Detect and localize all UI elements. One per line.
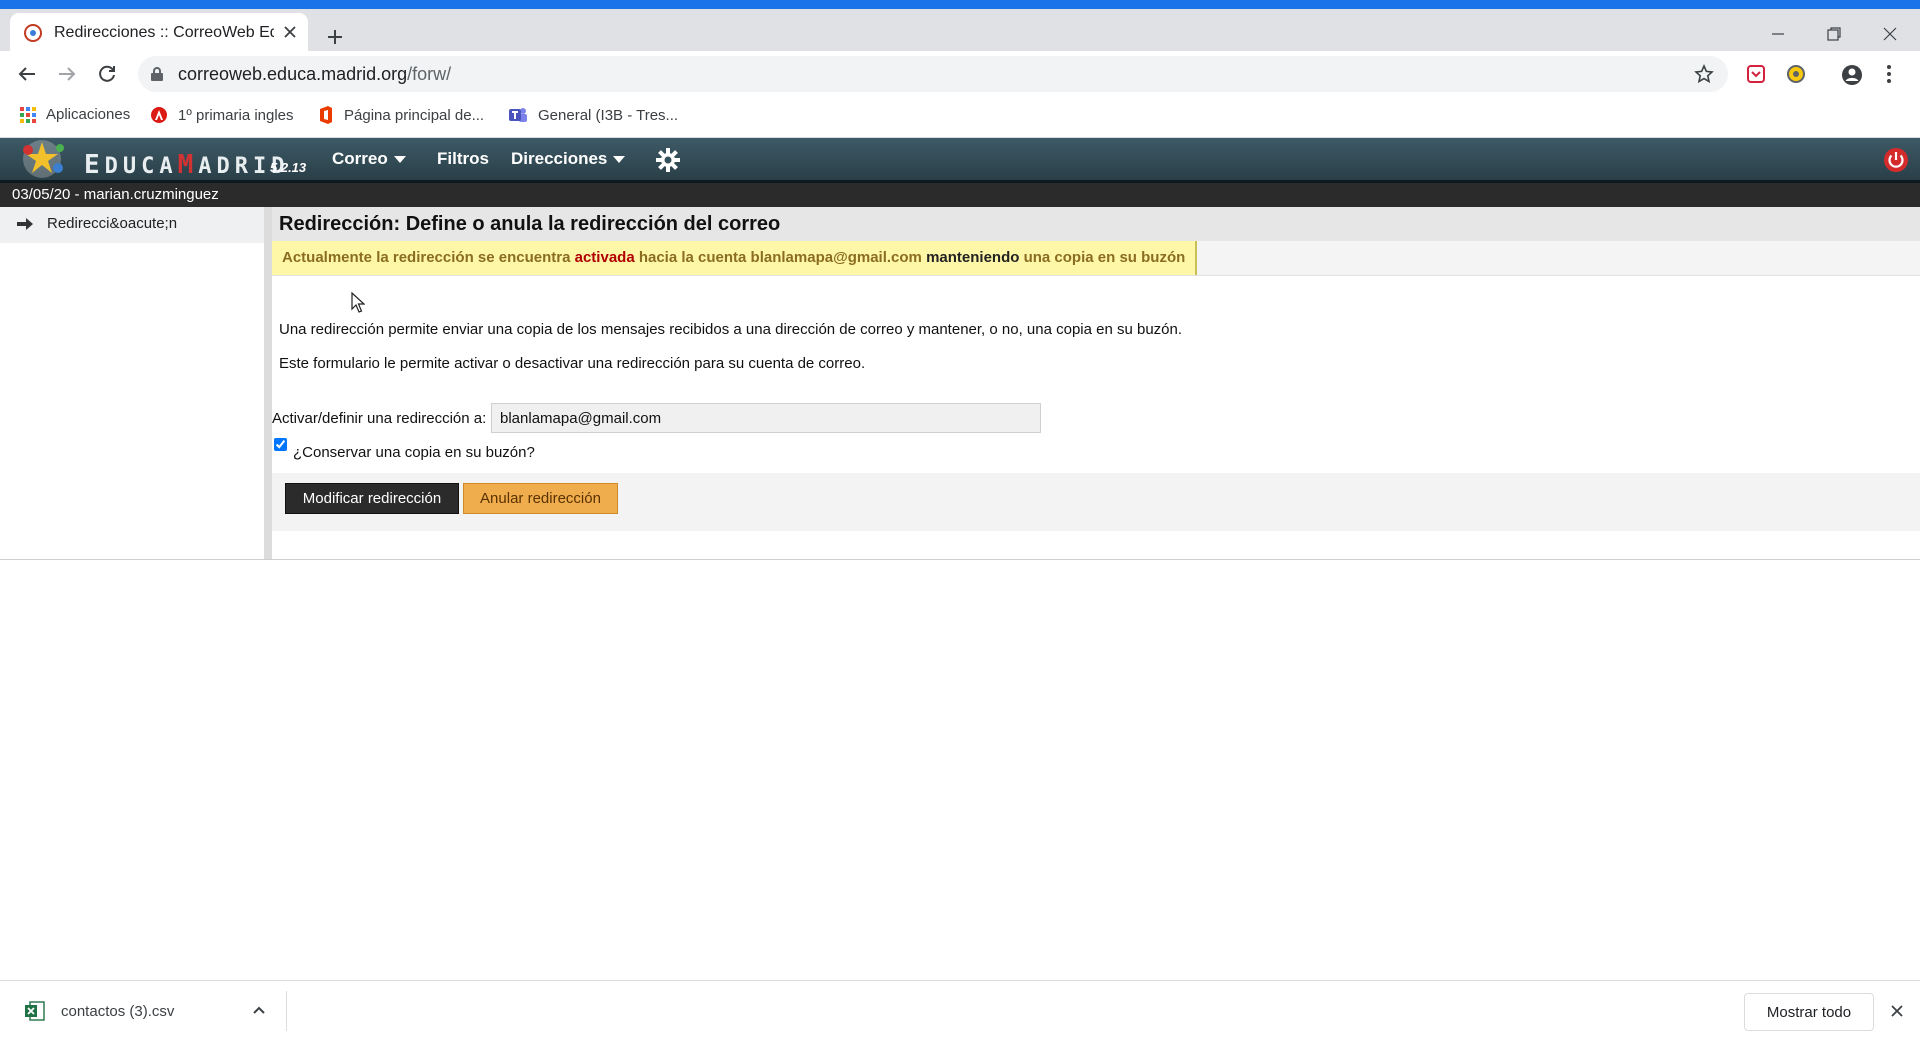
bookmark-label: Página principal de... (344, 106, 485, 124)
pocket-extension-icon[interactable] (1746, 64, 1766, 84)
browser-tab[interactable]: Redirecciones :: CorreoWeb Educ (10, 13, 308, 51)
keep-copy-checkbox[interactable] (274, 438, 287, 451)
excel-file-icon (24, 1000, 46, 1022)
wordmark-part: DUCA (104, 154, 178, 179)
angular-icon (150, 106, 168, 124)
keep-copy-label: ¿Conservar una copia en su buzón? (293, 444, 535, 461)
chevron-down-icon (393, 156, 406, 164)
sidebar-divider (264, 207, 272, 559)
menu-label: Direcciones (511, 149, 608, 168)
close-tab-icon[interactable] (282, 24, 298, 40)
office-icon (318, 106, 334, 124)
main-content: Redirección: Define o anula la redirecci… (272, 207, 1920, 559)
url-path: /forw/ (407, 64, 452, 84)
arrow-right-icon (16, 217, 34, 231)
chevron-up-icon[interactable] (252, 1005, 266, 1015)
chevron-down-icon (613, 156, 626, 164)
address-bar[interactable]: correoweb.educa.madrid.org/forw/ (138, 56, 1728, 92)
profile-icon[interactable] (1841, 64, 1863, 86)
session-bar: 03/05/20 - marian.cruzminguez (0, 183, 1920, 207)
url-domain: correoweb.educa.madrid.org (178, 64, 408, 84)
minimize-icon[interactable] (1770, 26, 1786, 42)
bookmark-label: 1º primaria ingles (178, 106, 294, 124)
menu-label: Filtros (437, 149, 489, 168)
gear-icon[interactable] (656, 148, 680, 172)
apps-grid-icon (20, 106, 36, 123)
wordmark-part: E (84, 150, 105, 180)
bookmark-aplicaciones[interactable]: Aplicaciones (20, 106, 130, 123)
menu-filtros[interactable]: Filtros (437, 149, 489, 169)
notice-text: una copia en su buzón (1019, 249, 1186, 266)
notice-mode: manteniendo (926, 249, 1020, 266)
menu-label: Correo (332, 149, 388, 168)
download-separator (286, 991, 287, 1031)
bookmark-general-teams[interactable]: General (I3B - Tres... (508, 106, 678, 124)
cancel-redirect-button[interactable]: Anular redirección (463, 483, 618, 514)
menu-direcciones[interactable]: Direcciones (511, 149, 626, 169)
notice-text: hacia la cuenta blanlamapa@gmail.com (634, 249, 927, 266)
bookmark-star-icon[interactable] (1694, 64, 1714, 84)
sidebar-item-label: Redirecci&oacute;n (47, 215, 178, 232)
sidebar-item-redireccion[interactable]: Redirecci&oacute;n (0, 207, 264, 243)
educamadrid-wordmark: EDUCAMADRID (84, 150, 290, 180)
status-strip: Actualmente la redirección se encuentra … (272, 241, 1920, 276)
notice-text: Actualmente la redirección se encuentra (282, 249, 575, 266)
restore-icon[interactable] (1826, 26, 1842, 42)
bookmarks-bar: Aplicaciones 1º primaria ingles Página p… (0, 97, 1920, 138)
new-tab-icon[interactable] (326, 28, 344, 46)
menu-correo[interactable]: Correo (332, 149, 406, 169)
download-bar: contactos (3).csv Mostrar todo (0, 980, 1920, 1041)
page-title-bar: Redirección: Define o anula la redirecci… (272, 207, 1920, 241)
back-icon[interactable] (16, 63, 38, 85)
redirect-field-label: Activar/definir una redirección a: (272, 410, 487, 427)
browser-menu-icon[interactable] (1886, 64, 1892, 84)
modify-redirect-button[interactable]: Modificar redirección (285, 483, 459, 514)
sidebar: Redirecci&oacute;n (0, 207, 264, 559)
content-bottom-divider (0, 559, 1920, 560)
tab-bar: Redirecciones :: CorreoWeb Educ (0, 9, 1920, 51)
window-top-strip (0, 0, 1920, 9)
logout-power-icon[interactable] (1883, 147, 1909, 173)
extension-icon[interactable] (1786, 64, 1806, 84)
browser-toolbar: correoweb.educa.madrid.org/forw/ (0, 51, 1920, 97)
teams-icon (508, 106, 528, 124)
download-file-name[interactable]: contactos (3).csv (61, 1003, 174, 1020)
bookmark-pagina-principal[interactable]: Página principal de... (318, 106, 484, 124)
close-icon[interactable] (1890, 1004, 1904, 1018)
description-text: Una redirección permite enviar una copia… (279, 321, 1183, 338)
educamadrid-favicon-icon (24, 24, 42, 42)
notice-status: activada (574, 249, 635, 266)
bookmark-label: Aplicaciones (46, 106, 131, 123)
redirect-address-input[interactable] (491, 403, 1041, 433)
page-title: Redirección: Define o anula la redirecci… (279, 213, 781, 235)
reload-icon[interactable] (96, 63, 118, 85)
forward-icon[interactable] (56, 63, 78, 85)
description-text: Este formulario le permite activar o des… (279, 355, 866, 372)
redirect-status-notice: Actualmente la redirección se encuentra … (272, 241, 1198, 275)
tab-title: Redirecciones :: CorreoWeb Educ (54, 24, 274, 41)
bookmark-label: General (I3B - Tres... (538, 106, 679, 124)
wordmark-part: M (177, 150, 199, 180)
button-row: Modificar redirección Anular redirección (272, 473, 1920, 531)
app-version: 5.2.13 (270, 160, 307, 175)
mouse-cursor-icon (351, 292, 365, 314)
show-all-downloads-button[interactable]: Mostrar todo (1744, 993, 1874, 1031)
close-window-icon[interactable] (1882, 26, 1898, 42)
educamadrid-logo-icon[interactable] (12, 138, 78, 180)
app-header: EDUCAMADRID 5.2.13 Correo Filtros Direcc… (0, 138, 1920, 183)
session-info: 03/05/20 - marian.cruzminguez (12, 186, 219, 203)
lock-icon (150, 66, 164, 82)
url-text: correoweb.educa.madrid.org/forw/ (178, 64, 451, 85)
bookmark-primaria-ingles[interactable]: 1º primaria ingles (150, 106, 294, 124)
